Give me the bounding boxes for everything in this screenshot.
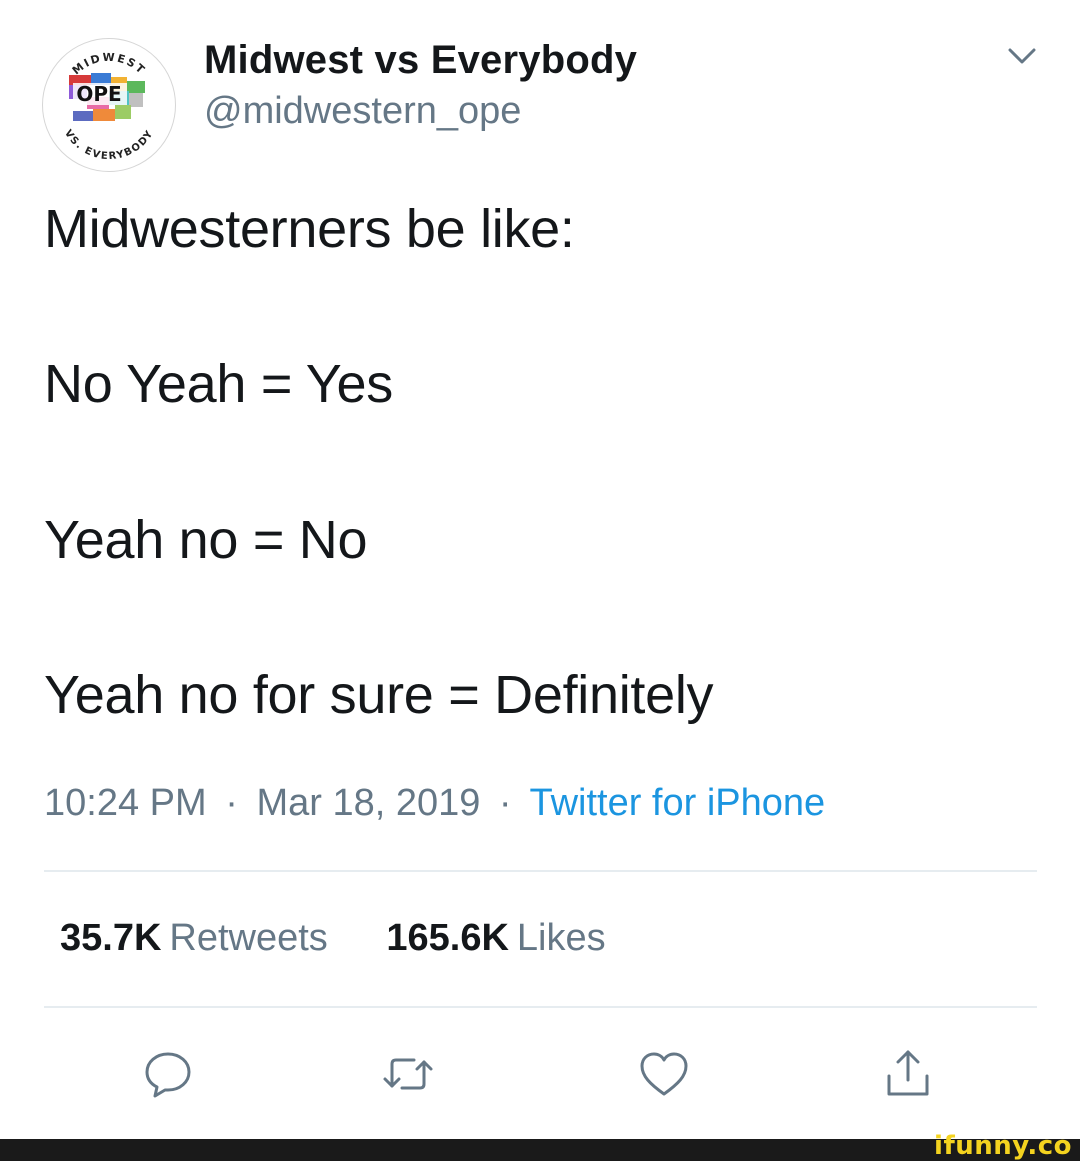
retweets-label: Retweets <box>169 917 328 959</box>
share-button[interactable] <box>880 1046 936 1102</box>
tweet-meta: 10:24 PM · Mar 18, 2019 · Twitter for iP… <box>44 782 825 825</box>
tweet-screenshot: MIDWEST OPE VS. EVERYBODY Midwest vs Eve… <box>0 0 1080 1161</box>
tweet-text-line: Yeah no = No <box>44 510 368 570</box>
tweet-time[interactable]: 10:24 PM <box>44 782 207 824</box>
tweet-date[interactable]: Mar 18, 2019 <box>256 782 480 824</box>
midwest-ope-logo: MIDWEST OPE VS. EVERYBODY <box>62 51 156 162</box>
retweet-button[interactable] <box>380 1046 436 1102</box>
share-icon <box>887 1050 929 1096</box>
retweets-count: 35.7K <box>60 917 162 959</box>
heart-icon <box>640 1052 688 1096</box>
chevron-down-icon <box>1008 48 1036 64</box>
likes-count: 165.6K <box>386 917 509 959</box>
divider <box>44 870 1037 872</box>
tweet-header: MIDWEST OPE VS. EVERYBODY Midwest vs Eve… <box>42 24 1042 172</box>
retweet-icon <box>383 1058 433 1090</box>
likes-label: Likes <box>516 917 606 959</box>
svg-text:OPE: OPE <box>76 82 121 106</box>
like-button[interactable] <box>636 1046 692 1102</box>
tweet-stats: 35.7K Retweets 165.6K Likes <box>60 917 606 960</box>
tweet-text-line: Midwesterners be like: <box>44 199 575 259</box>
svg-text:VS. EVERYBODY: VS. EVERYBODY <box>62 128 156 162</box>
tweet-source-link[interactable]: Twitter for iPhone <box>529 782 825 824</box>
meta-separator: · <box>225 782 238 824</box>
likes-stat[interactable]: 165.6K Likes <box>386 917 605 960</box>
ifunny-watermark: ifunny.co <box>934 1131 1072 1161</box>
avatar[interactable]: MIDWEST OPE VS. EVERYBODY <box>42 38 176 172</box>
more-options-button[interactable] <box>1002 42 1042 72</box>
footer-bar: ifunny.co <box>0 1131 1080 1161</box>
reply-icon <box>145 1052 191 1098</box>
meta-separator: · <box>498 782 512 824</box>
tweet-text-line: Yeah no for sure = Definitely <box>44 665 714 725</box>
tweet-text-line: No Yeah = Yes <box>44 354 393 414</box>
user-handle[interactable]: @midwestern_ope <box>204 90 521 133</box>
display-name[interactable]: Midwest vs Everybody <box>204 38 637 83</box>
divider <box>44 1006 1037 1008</box>
reply-button[interactable] <box>140 1046 196 1102</box>
retweets-stat[interactable]: 35.7K Retweets <box>60 917 328 960</box>
